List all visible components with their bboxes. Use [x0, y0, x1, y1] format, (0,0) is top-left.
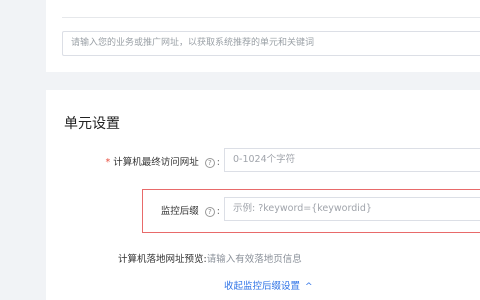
- pc-final-url-label-text: 计算机最终访问网址: [113, 157, 199, 168]
- landing-preview-row: 计算机落地网址预览:请输入有效落地页信息: [118, 251, 302, 265]
- label-colon: :: [216, 157, 220, 168]
- tracking-suffix-label: 监控后缀?:: [161, 203, 220, 217]
- help-icon[interactable]: ?: [204, 207, 215, 217]
- business-url-input[interactable]: 请输入您的业务或推广网址，以获取系统推荐的单元和关键词: [62, 31, 480, 56]
- label-colon: :: [216, 206, 220, 217]
- divider: [62, 17, 480, 18]
- collapse-tracking-suffix-link[interactable]: 收起监控后缀设置 ^: [224, 278, 313, 292]
- tracking-suffix-label-text: 监控后缀: [160, 206, 199, 217]
- help-icon[interactable]: ?: [204, 158, 215, 168]
- tracking-suffix-input[interactable]: 示例: ?keyword={keywordid}: [224, 197, 480, 221]
- required-mark: *: [105, 157, 111, 168]
- landing-preview-label: 计算机落地网址预览:: [118, 254, 207, 265]
- chevron-up-icon: ^: [305, 282, 313, 292]
- landing-preview-value: 请输入有效落地页信息: [206, 254, 302, 265]
- pc-final-url-input[interactable]: 0-1024个字符: [224, 148, 480, 172]
- section-title: 单元设置: [64, 116, 120, 132]
- collapse-link-label: 收起监控后缀设置: [224, 281, 301, 292]
- pc-final-url-label: * 计算机最终访问网址?:: [106, 154, 220, 168]
